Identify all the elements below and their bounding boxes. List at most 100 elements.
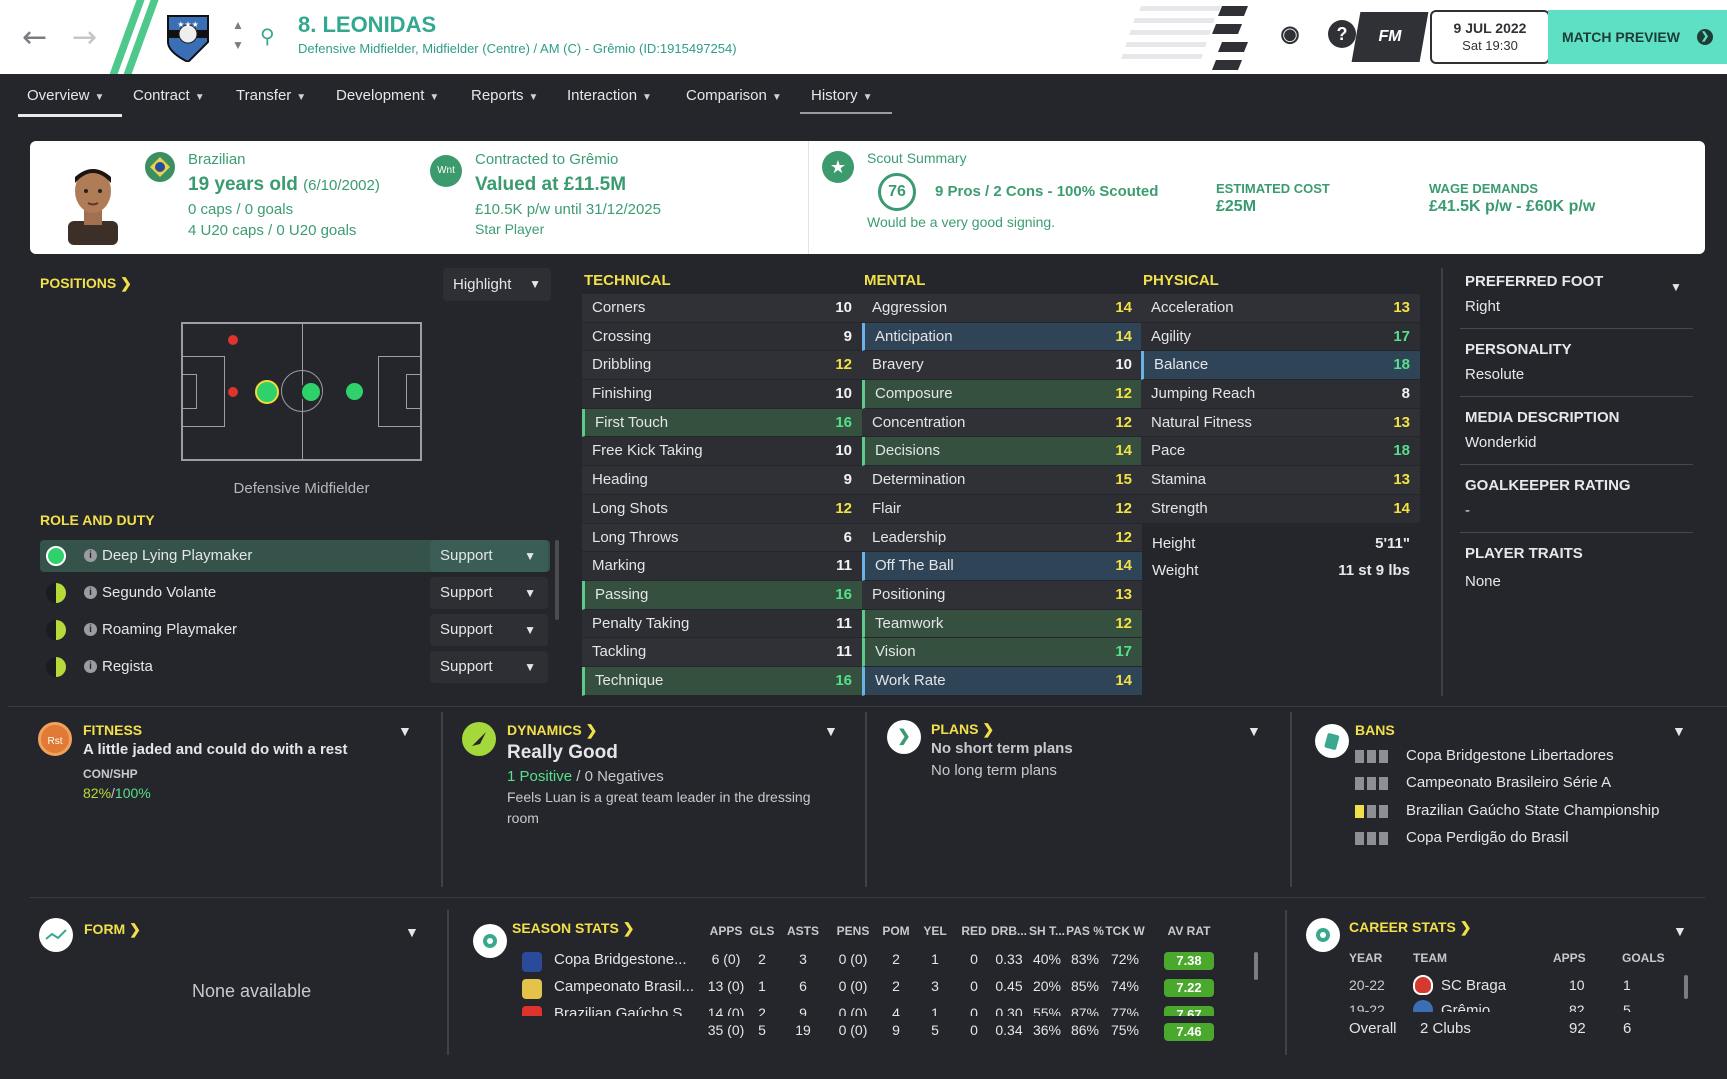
season-header[interactable]: GLS [740,924,784,938]
forward-arrow-icon[interactable]: → [72,20,97,55]
attribute-row[interactable]: Off The Ball 14 [862,552,1142,581]
attribute-row[interactable]: Work Rate 14 [862,666,1142,696]
attribute-row[interactable]: Corners 10 [582,294,862,323]
help-icon[interactable]: ? [1328,20,1356,48]
attribute-row[interactable]: Penalty Taking 11 [582,609,862,639]
attribute-row[interactable]: Marking 11 [582,552,862,581]
attribute-row[interactable]: Dribbling 12 [582,351,862,381]
fm-button[interactable]: FM [1351,12,1429,62]
roles-scrollbar[interactable] [555,540,559,620]
attribute-row[interactable]: Long Throws 6 [582,523,862,553]
attribute-row[interactable]: Concentration 12 [862,408,1142,438]
tab-transfer[interactable]: Transfer ▼ [236,87,306,104]
season-header[interactable]: PAS % [1063,924,1107,938]
attribute-row[interactable]: Balance 18 [1141,351,1420,381]
attribute-row[interactable]: Stamina 13 [1141,466,1420,495]
attribute-row[interactable]: Tackling 11 [582,638,862,667]
tab-development[interactable]: Development ▼ [336,87,439,104]
competition-name[interactable]: Copa Bridgestone... [554,951,687,968]
attribute-row[interactable]: Long Shots 12 [582,494,862,524]
info-icon[interactable]: i [84,660,97,673]
info-icon[interactable]: i [84,586,97,599]
attribute-value: 12 [1115,528,1132,546]
attribute-row[interactable]: Bravery 10 [862,351,1142,381]
attribute-row[interactable]: Anticipation 14 [862,322,1142,352]
attribute-row[interactable]: Vision 17 [862,638,1142,667]
form-title[interactable]: FORM ❯ [84,921,141,938]
chevron-down-icon[interactable]: ▼ [1673,923,1687,939]
attribute-row[interactable]: Composure 12 [862,380,1142,409]
competition-name[interactable]: Brazilian Gaúcho S... [554,1005,695,1016]
attribute-row[interactable]: Heading 9 [582,466,862,495]
attribute-row[interactable]: Decisions 14 [862,437,1142,467]
tab-contract[interactable]: Contract ▼ [133,87,205,104]
season-header[interactable]: POM [874,924,918,938]
tab-history[interactable]: History ▼ [811,87,873,104]
career-team[interactable]: SC Braga [1441,977,1506,994]
competition-name[interactable]: Campeonato Brasil... [554,978,694,995]
attribute-row[interactable]: Jumping Reach 8 [1141,380,1420,409]
role-row[interactable]: i Deep Lying Playmaker Support ▼ [40,540,550,572]
attribute-row[interactable]: Technique 16 [582,666,862,696]
season-header[interactable]: PENS [831,924,875,938]
tab-overview[interactable]: Overview ▼ [27,87,104,104]
attribute-row[interactable]: Acceleration 13 [1141,294,1420,323]
date-box[interactable]: 9 JUL 2022 Sat 19:30 [1430,10,1550,64]
plans-title[interactable]: PLANS ❯ [931,721,994,738]
attribute-row[interactable]: Crossing 9 [582,322,862,352]
season-stats-title[interactable]: SEASON STATS ❯ [512,920,634,937]
tab-comparison[interactable]: Comparison ▼ [686,87,782,104]
attribute-row[interactable]: Agility 17 [1141,322,1420,352]
attribute-row[interactable]: Leadership 12 [862,523,1142,553]
attribute-row[interactable]: Pace 18 [1141,437,1420,467]
attribute-row[interactable]: Finishing 10 [582,380,862,409]
season-header[interactable]: YEL [913,924,957,938]
tab-reports[interactable]: Reports ▼ [471,87,538,104]
duty-dropdown[interactable]: Support ▼ [430,651,548,683]
chevron-down-icon[interactable]: ▼ [405,924,419,940]
season-stats-scrollbar[interactable] [1254,952,1258,980]
career-stats-scrollbar[interactable] [1684,975,1688,999]
search-icon[interactable]: ⚲ [260,24,275,48]
chevron-down-icon[interactable]: ▼ [1670,280,1682,294]
highlight-dropdown[interactable]: Highlight ▼ [443,268,551,301]
match-preview-button[interactable]: MATCH PREVIEW ❯ [1548,10,1727,64]
globe-icon[interactable]: ◉ [1276,20,1304,48]
attribute-row[interactable]: Aggression 14 [862,294,1142,323]
back-arrow-icon[interactable]: ← [22,20,47,55]
season-cell: 3 [799,951,807,967]
club-crest-icon: ★★★ [164,12,212,64]
role-row[interactable]: i Roaming Playmaker Support ▼ [40,614,550,646]
career-team[interactable]: Grêmio [1441,1002,1490,1012]
role-duty-title: ROLE AND DUTY [40,512,155,528]
attribute-row[interactable]: Positioning 13 [862,580,1142,610]
role-row[interactable]: i Regista Support ▼ [40,651,550,683]
chevron-down-icon[interactable]: ▼ [398,723,412,739]
info-icon[interactable]: i [84,623,97,636]
tab-interaction[interactable]: Interaction ▼ [567,87,652,104]
chevron-down-icon[interactable]: ▼ [1247,723,1261,739]
chevron-down-icon[interactable]: ▼ [232,38,244,52]
attribute-row[interactable]: Flair 12 [862,494,1142,524]
duty-dropdown[interactable]: Support ▼ [430,540,548,572]
positions-title[interactable]: POSITIONS ❯ [40,275,132,292]
attribute-row[interactable]: Determination 15 [862,466,1142,495]
chevron-down-icon[interactable]: ▼ [1672,723,1686,739]
attribute-row[interactable]: Free Kick Taking 10 [582,437,862,467]
role-row[interactable]: i Segundo Volante Support ▼ [40,577,550,609]
attribute-row[interactable]: Passing 16 [582,580,862,610]
chevron-up-icon[interactable]: ▲ [232,18,244,32]
dynamics-title[interactable]: DYNAMICS ❯ [507,722,597,739]
attribute-row[interactable]: Natural Fitness 13 [1141,408,1420,438]
duty-dropdown[interactable]: Support ▼ [430,614,548,646]
season-header[interactable]: AV RAT [1167,924,1211,938]
career-stats-title[interactable]: CAREER STATS ❯ [1349,919,1471,936]
season-header[interactable]: TCK W [1103,924,1147,938]
season-header[interactable]: ASTS [781,924,825,938]
duty-dropdown[interactable]: Support ▼ [430,577,548,609]
attribute-row[interactable]: First Touch 16 [582,408,862,438]
info-icon[interactable]: i [84,549,97,562]
attribute-row[interactable]: Teamwork 12 [862,609,1142,639]
attribute-row[interactable]: Strength 14 [1141,494,1420,524]
chevron-down-icon[interactable]: ▼ [824,723,838,739]
